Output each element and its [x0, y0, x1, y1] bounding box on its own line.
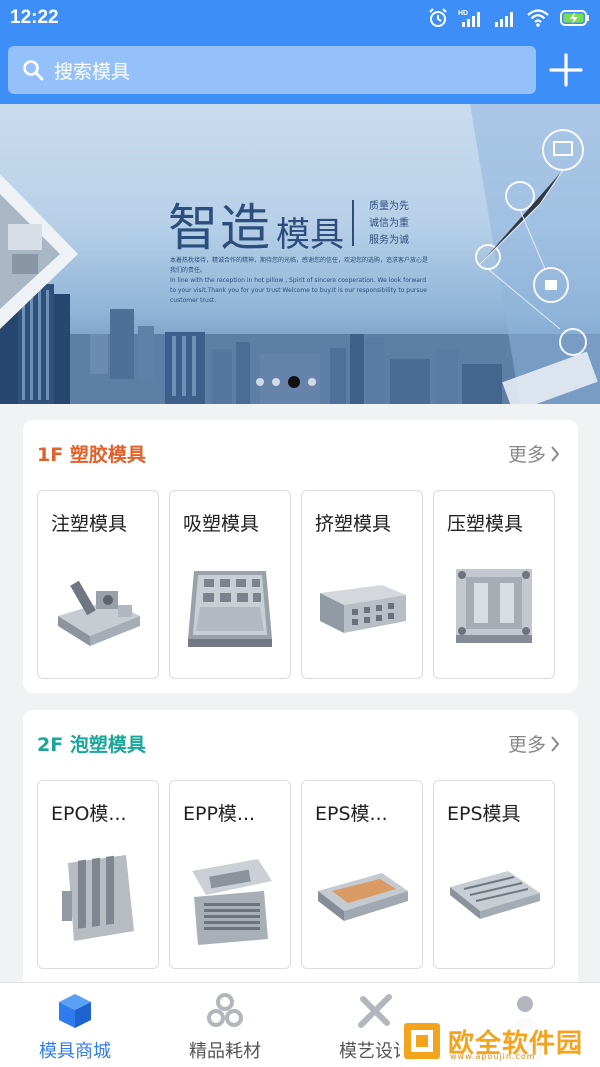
eps-mold-image: [450, 871, 540, 919]
product-tile[interactable]: EPS模...: [301, 780, 423, 969]
injection-mold-image: [58, 580, 140, 646]
search-placeholder: 搜索模具: [54, 60, 131, 83]
banner-slogan: 服务为诚: [369, 235, 409, 246]
circles-icon: [207, 993, 243, 1027]
nav-item-mold-mall[interactable]: 模具商城: [0, 983, 150, 1067]
pagination-dot[interactable]: [308, 378, 316, 386]
add-icon[interactable]: [546, 50, 586, 90]
floor-card-foam: 2F 泡塑模具 更多 EPO模... EPP模... EPS模... EPS模具: [23, 710, 578, 1010]
signal-hd-icon: HD: [458, 10, 480, 27]
pagination-dot[interactable]: [256, 378, 264, 386]
signal-icon: [495, 12, 513, 27]
banner-title-small: 模具: [276, 215, 344, 255]
compression-mold-image: [456, 569, 532, 643]
wifi-icon: [527, 9, 549, 27]
banner-description: 本着热枕接待，精诚合作的精神，期待您的光临，感谢您的信任，欢迎您的选购，追求客户…: [170, 256, 430, 306]
watermark-url: www.apoujin.com: [450, 1052, 536, 1061]
epo-mold-image: [62, 855, 134, 941]
promo-banner[interactable]: 智造 模具 质量为先 诚信为重 服务为诚 本着热枕接待，精诚合作的精神，期待您的…: [0, 104, 600, 404]
floor-card-plastic: 1F 塑胶模具 更多 注塑模具 吸塑模具 挤塑模具 压塑模具: [23, 420, 578, 693]
product-label: EPS模...: [315, 803, 388, 825]
floor-title: 1F 塑胶模具: [37, 444, 146, 466]
floor-header: 1F 塑胶模具 更多: [23, 420, 578, 486]
product-label: EPS模具: [447, 803, 521, 825]
more-label: 更多: [507, 444, 546, 466]
design-tools-icon: [358, 994, 392, 1028]
product-label: EPO模...: [51, 803, 127, 825]
floor-title: 2F 泡塑模具: [37, 734, 146, 756]
floor-header: 2F 泡塑模具 更多: [23, 710, 578, 776]
nav-label: 精品耗材: [189, 1041, 261, 1062]
product-tile[interactable]: 吸塑模具: [169, 490, 291, 679]
vacuum-mold-image: [188, 571, 272, 647]
product-tile[interactable]: 挤塑模具: [301, 490, 423, 679]
more-link[interactable]: 更多: [508, 440, 560, 467]
pagination-dot[interactable]: [272, 378, 280, 386]
product-label: EPP模...: [183, 803, 256, 825]
banner-title-big: 智造: [168, 199, 272, 257]
banner-divider: [352, 200, 354, 246]
status-bar: 12:22 HD: [0, 0, 600, 38]
product-label: 吸塑模具: [183, 513, 260, 535]
epp-mold-image: [192, 859, 272, 945]
banner-slogan: 质量为先: [369, 201, 409, 212]
chevron-right-icon: [551, 445, 560, 462]
search-icon: [23, 60, 44, 81]
site-watermark: 欧全软件园 www.apoujin.com: [400, 1018, 596, 1064]
pagination-dot-active[interactable]: [288, 376, 300, 388]
status-icons: HD: [428, 7, 590, 29]
svg-text:HD: HD: [458, 10, 468, 17]
alarm-icon: [429, 8, 447, 27]
product-label: 注塑模具: [51, 513, 128, 535]
product-tile[interactable]: EPS模具: [433, 780, 555, 969]
banner-desc-cn: 本着热枕接待，精诚合作的精神，期待您的光临，感谢您的信任，欢迎您的选购，追求客户…: [170, 257, 429, 274]
product-tile[interactable]: EPO模...: [37, 780, 159, 969]
nav-label: 模具商城: [39, 1041, 111, 1062]
search-input[interactable]: 搜索模具: [8, 46, 536, 94]
status-time: 12:22: [10, 7, 59, 28]
battery-charging-icon: [560, 10, 589, 26]
cube-icon: [59, 994, 91, 1028]
product-label: 压塑模具: [447, 513, 524, 535]
top-header: 12:22 HD 搜索模具: [0, 0, 600, 104]
banner-pagination[interactable]: [256, 376, 316, 388]
product-tiles: EPO模... EPP模... EPS模... EPS模具: [37, 780, 555, 969]
banner-title: 智造 模具: [168, 188, 344, 260]
product-tile[interactable]: 压塑模具: [433, 490, 555, 679]
more-link[interactable]: 更多: [508, 730, 560, 757]
banner-slogans: 质量为先 诚信为重 服务为诚: [369, 198, 409, 249]
nav-item-materials[interactable]: 精品耗材: [150, 983, 300, 1067]
product-tile[interactable]: 注塑模具: [37, 490, 159, 679]
product-tile[interactable]: EPP模...: [169, 780, 291, 969]
eps-mold-image: [318, 873, 408, 921]
extrusion-mold-image: [320, 585, 406, 633]
chevron-right-icon: [551, 735, 560, 752]
banner-slogan: 诚信为重: [369, 218, 409, 229]
more-label: 更多: [507, 734, 546, 756]
banner-desc-en: In line with the reception in hot pillow…: [170, 277, 427, 304]
product-label: 挤塑模具: [315, 513, 392, 535]
product-tiles: 注塑模具 吸塑模具 挤塑模具 压塑模具: [37, 490, 555, 679]
watermark-logo-icon: [404, 1023, 440, 1059]
